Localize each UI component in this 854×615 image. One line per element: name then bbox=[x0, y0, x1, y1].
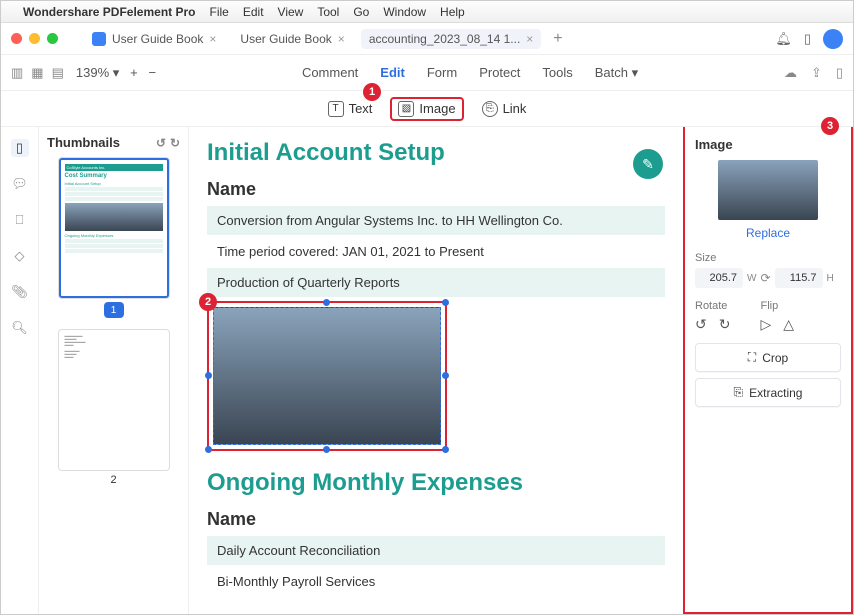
tab-label: accounting_2023_08_14 1... bbox=[369, 32, 520, 46]
image-properties-panel: 3 Image Replace Size 205.7 W ⟳ 115.7 H R… bbox=[683, 127, 853, 614]
rotate-cw-icon[interactable]: ↻ bbox=[719, 316, 731, 333]
traffic-lights[interactable] bbox=[11, 33, 58, 44]
ai-fab-icon[interactable]: ✎ bbox=[633, 149, 663, 179]
cloud-icon[interactable]: ☁︎ bbox=[784, 65, 797, 81]
titlebar: User Guide Book × User Guide Book × acco… bbox=[1, 23, 853, 55]
text-icon: T bbox=[328, 101, 344, 117]
menu-go[interactable]: Go bbox=[353, 5, 369, 19]
grid-view-icon[interactable]: ▦ bbox=[31, 65, 43, 81]
table-row[interactable]: Time period covered: JAN 01, 2021 to Pre… bbox=[207, 237, 665, 266]
tab-comment[interactable]: Comment bbox=[302, 65, 358, 81]
menu-help[interactable]: Help bbox=[440, 5, 465, 19]
subhead-name-2: Name bbox=[207, 509, 665, 530]
heading-initial-setup: Initial Account Setup bbox=[207, 139, 665, 167]
tool-text[interactable]: T Text bbox=[328, 101, 373, 117]
table-row[interactable]: Bi-Monthly Payroll Services bbox=[207, 567, 665, 596]
heading-ongoing: Ongoing Monthly Expenses bbox=[207, 469, 665, 497]
minimize-window-icon[interactable] bbox=[29, 33, 40, 44]
tab-close-icon[interactable]: × bbox=[338, 32, 345, 46]
menu-view[interactable]: View bbox=[278, 5, 304, 19]
zoom-control[interactable]: 139% ▾ + − bbox=[76, 65, 156, 81]
crop-icon: ⛶ bbox=[748, 350, 756, 365]
thumbnails-panel: Thumbnails ↺ ↻ CoStyle Accounts Inc. Cost… bbox=[39, 127, 189, 614]
comments-icon[interactable]: 💬︎ bbox=[11, 175, 29, 193]
width-input[interactable]: 205.7 bbox=[695, 268, 743, 288]
panel-toggle-icon[interactable]: ▯ bbox=[836, 65, 843, 81]
image-preview bbox=[718, 160, 818, 220]
bookmarks-icon[interactable]: ⎕ bbox=[11, 211, 29, 229]
extract-icon: ⎘ bbox=[734, 385, 744, 400]
maximize-window-icon[interactable] bbox=[47, 33, 58, 44]
rotate-ccw-icon[interactable]: ↺ bbox=[695, 316, 707, 333]
attachments-icon[interactable]: 📎︎ bbox=[11, 283, 29, 301]
menu-file[interactable]: File bbox=[210, 5, 229, 19]
callout-1: 1 bbox=[363, 83, 381, 101]
subhead-name: Name bbox=[207, 179, 665, 200]
table-row[interactable]: Production of Quarterly Reports bbox=[207, 268, 665, 297]
tab-edit[interactable]: Edit bbox=[380, 65, 405, 81]
list-view-icon[interactable]: ▤ bbox=[52, 65, 64, 81]
table-row[interactable]: Daily Account Reconciliation bbox=[207, 536, 665, 565]
rotate-cw-icon[interactable]: ↻ bbox=[170, 136, 180, 150]
avatar[interactable] bbox=[823, 29, 843, 49]
link-icon: ⎘ bbox=[482, 101, 498, 117]
app-name[interactable]: Wondershare PDFelement Pro bbox=[23, 5, 196, 19]
tab-label: User Guide Book bbox=[112, 32, 203, 46]
thumbnails-title: Thumbnails bbox=[47, 135, 120, 150]
menu-window[interactable]: Window bbox=[383, 5, 426, 19]
share-icon[interactable]: ⇪ bbox=[811, 65, 822, 81]
tool-link[interactable]: ⎘ Link bbox=[482, 101, 527, 117]
layers-icon[interactable]: ◇ bbox=[11, 247, 29, 265]
tab-batch[interactable]: Batch ▾ bbox=[595, 65, 638, 81]
left-rail: ▯ 💬︎ ⎕ ◇ 📎︎ 🔍︎ bbox=[1, 127, 39, 614]
tab-favicon-icon bbox=[92, 32, 106, 46]
aspect-lock-icon[interactable]: ⟳ bbox=[760, 271, 770, 285]
bell-icon[interactable]: 🔔︎ bbox=[775, 31, 792, 47]
callout-2: 2 bbox=[199, 293, 217, 311]
embedded-image[interactable] bbox=[213, 307, 441, 445]
thumbnails-icon[interactable]: ▯ bbox=[11, 139, 29, 157]
edit-subtoolbar: T Text 1 ▧ Image ⎘ Link bbox=[1, 91, 853, 127]
rotate-ccw-icon[interactable]: ↺ bbox=[156, 136, 166, 150]
tab-userguide-1[interactable]: User Guide Book × bbox=[84, 29, 224, 49]
tab-userguide-2[interactable]: User Guide Book × bbox=[232, 29, 352, 49]
search-icon[interactable]: 🔍︎ bbox=[11, 319, 29, 337]
selected-image[interactable]: 2 bbox=[207, 301, 447, 451]
crop-button[interactable]: ⛶ Crop bbox=[695, 343, 841, 372]
main-area: ▯ 💬︎ ⎕ ◇ 📎︎ 🔍︎ Thumbnails ↺ ↻ CoStyle Acc… bbox=[1, 127, 853, 614]
flip-horizontal-icon[interactable]: ▷ bbox=[760, 316, 771, 333]
page-number: 2 bbox=[47, 474, 180, 486]
flip-vertical-icon[interactable]: △ bbox=[783, 316, 794, 333]
sidebar-toggle-icon[interactable]: ▥ bbox=[11, 65, 23, 81]
page-badge: 1 bbox=[104, 302, 124, 318]
image-icon: ▧ bbox=[398, 101, 414, 117]
close-window-icon[interactable] bbox=[11, 33, 22, 44]
tab-close-icon[interactable]: × bbox=[526, 32, 533, 46]
menu-tool[interactable]: Tool bbox=[317, 5, 339, 19]
new-tab-button[interactable]: + bbox=[553, 30, 562, 48]
tab-tools[interactable]: Tools bbox=[542, 65, 572, 81]
tab-close-icon[interactable]: × bbox=[209, 32, 216, 46]
document-view[interactable]: ✎ Initial Account Setup Name Conversion … bbox=[189, 127, 683, 614]
extract-button[interactable]: ⎘ Extracting bbox=[695, 378, 841, 407]
mobile-icon[interactable]: ▯ bbox=[804, 31, 811, 47]
size-label: Size bbox=[695, 252, 841, 264]
mac-menubar: Wondershare PDFelement Pro File Edit Vie… bbox=[1, 1, 853, 23]
toolbar: ▥ ▦ ▤ 139% ▾ + − Comment Edit Form Prote… bbox=[1, 55, 853, 91]
panel-title: Image bbox=[695, 137, 841, 152]
tab-protect[interactable]: Protect bbox=[479, 65, 520, 81]
callout-3: 3 bbox=[821, 117, 839, 135]
tool-image[interactable]: 1 ▧ Image bbox=[390, 97, 463, 121]
replace-link[interactable]: Replace bbox=[695, 226, 841, 240]
thumbnail-page-2[interactable]: ━━━━━━━━━━━━━━━━━━━━━━━━━━━━━━━━ bbox=[59, 330, 169, 470]
table-row[interactable]: Conversion from Angular Systems Inc. to … bbox=[207, 206, 665, 235]
height-input[interactable]: 115.7 bbox=[775, 268, 823, 288]
thumbnail-page-1[interactable]: CoStyle Accounts Inc. Cost Summary Initi… bbox=[59, 158, 169, 298]
tab-label: User Guide Book bbox=[240, 32, 331, 46]
tab-accounting[interactable]: accounting_2023_08_14 1... × bbox=[361, 29, 541, 49]
menu-edit[interactable]: Edit bbox=[243, 5, 264, 19]
tab-form[interactable]: Form bbox=[427, 65, 457, 81]
